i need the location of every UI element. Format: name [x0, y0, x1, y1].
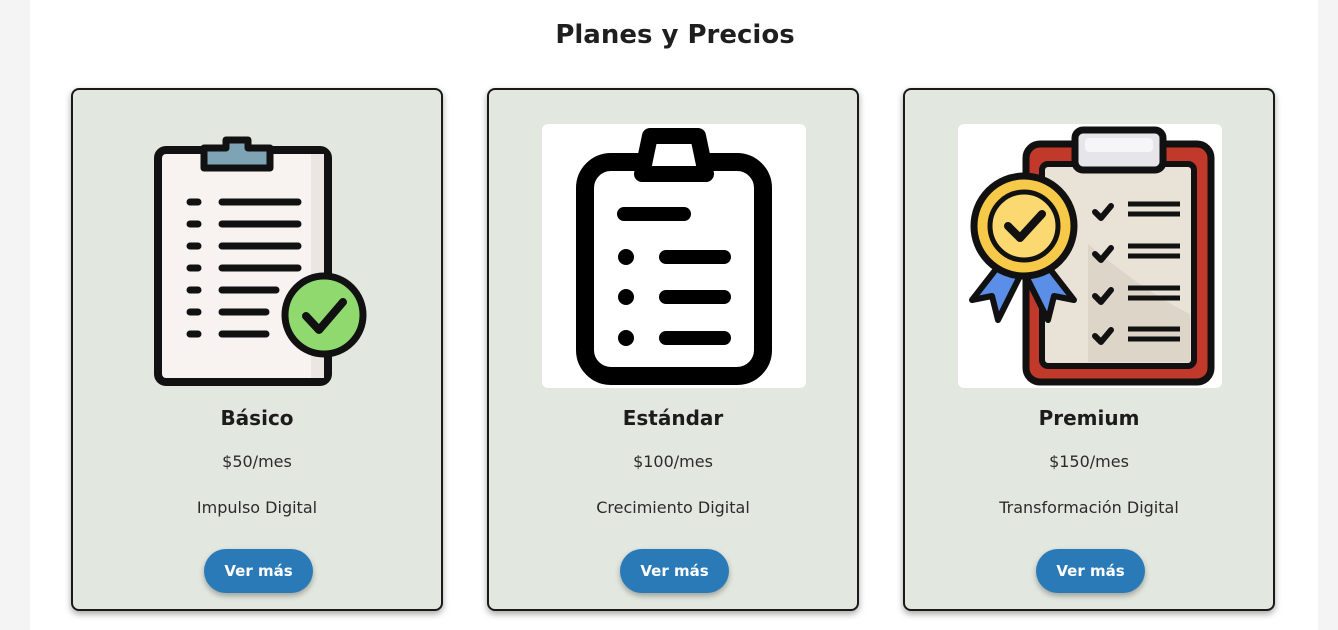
plan-image-basico [126, 124, 390, 388]
plan-price: $100/mes [633, 452, 713, 471]
clipboard-award-icon [969, 126, 1215, 386]
plan-name: Básico [220, 406, 294, 430]
clipboard-list-icon [576, 128, 772, 385]
ver-mas-button-estandar[interactable]: Ver más [620, 549, 729, 593]
plan-image-premium [958, 124, 1222, 388]
pricing-section: Planes y Precios Básico $50/mes Impulso … [30, 0, 1318, 630]
plan-description: Crecimiento Digital [596, 498, 750, 517]
section-title: Planes y Precios [555, 20, 795, 50]
plan-card-premium: Premium $150/mes Transformación Digital … [903, 88, 1275, 611]
plan-description: Impulso Digital [196, 498, 318, 517]
ver-mas-button-basico[interactable]: Ver más [204, 549, 313, 593]
plan-image-estandar [542, 124, 806, 388]
plan-description: Transformación Digital [999, 498, 1179, 517]
plan-name: Premium [1038, 406, 1140, 430]
plan-card-basico: Básico $50/mes Impulso Digital Ver más [71, 88, 443, 611]
plan-price: $150/mes [1049, 452, 1129, 471]
clipboard-check-icon [154, 136, 367, 386]
ver-mas-button-premium[interactable]: Ver más [1036, 549, 1145, 593]
plan-name: Estándar [622, 406, 724, 430]
plan-card-estandar: Estándar $100/mes Crecimiento Digital Ve… [487, 88, 859, 611]
plan-price: $50/mes [222, 452, 292, 471]
